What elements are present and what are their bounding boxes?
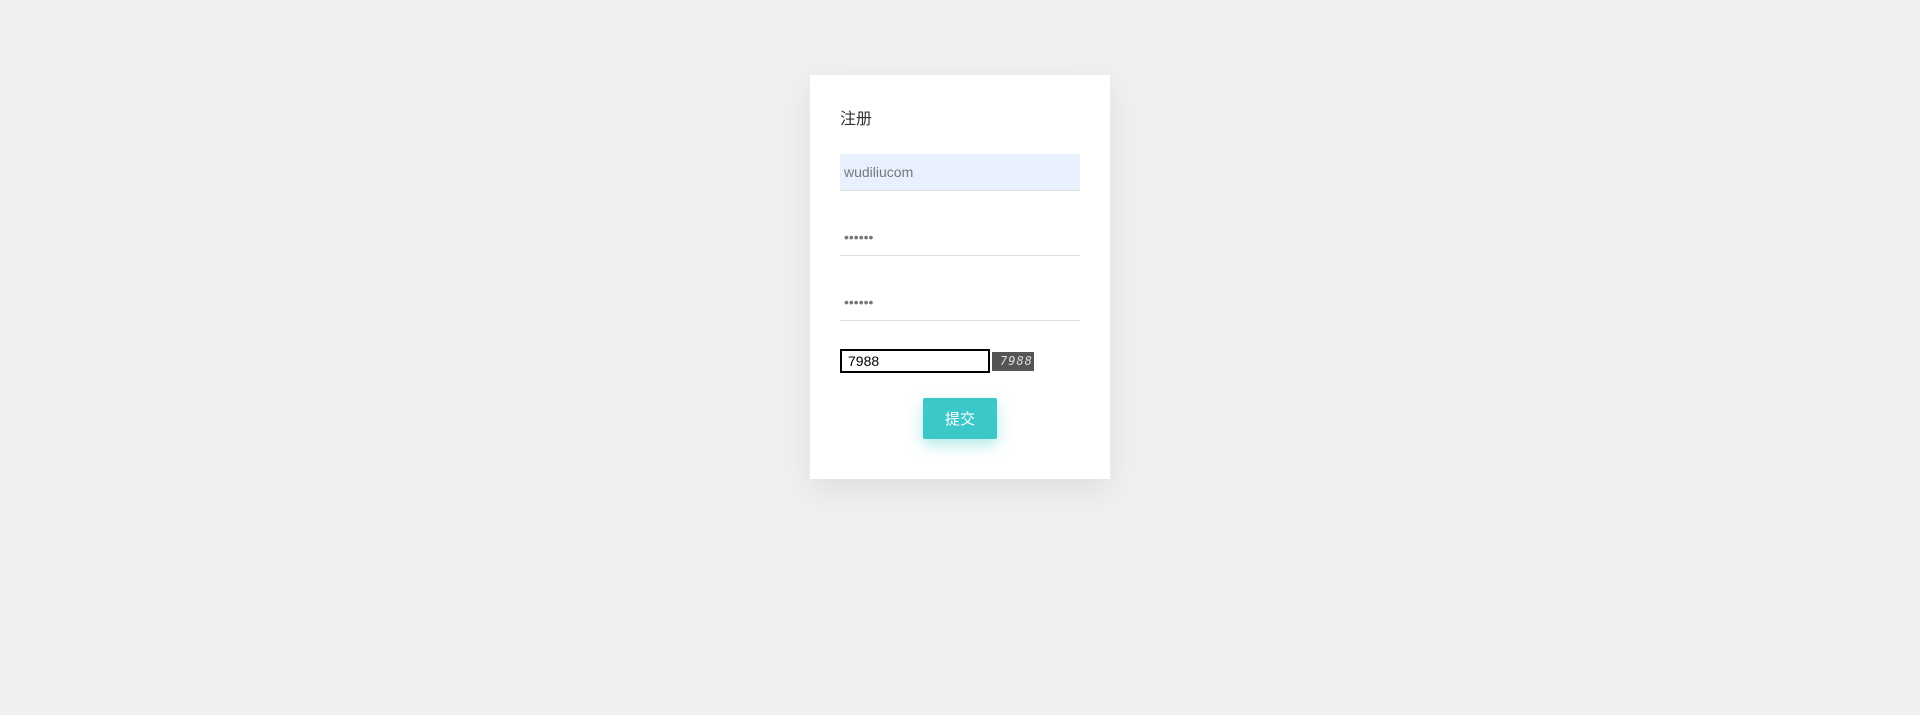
form-title: 注册 xyxy=(840,105,1080,129)
captcha-row: 7988 xyxy=(840,349,1080,373)
registration-card: 注册 7988 提交 xyxy=(810,75,1110,479)
confirm-password-input[interactable] xyxy=(840,284,1080,321)
username-input[interactable] xyxy=(840,154,1080,191)
captcha-input[interactable] xyxy=(840,349,990,373)
submit-button[interactable]: 提交 xyxy=(923,398,997,439)
captcha-image[interactable]: 7988 xyxy=(992,352,1034,371)
submit-row: 提交 xyxy=(840,398,1080,439)
password-input[interactable] xyxy=(840,219,1080,256)
